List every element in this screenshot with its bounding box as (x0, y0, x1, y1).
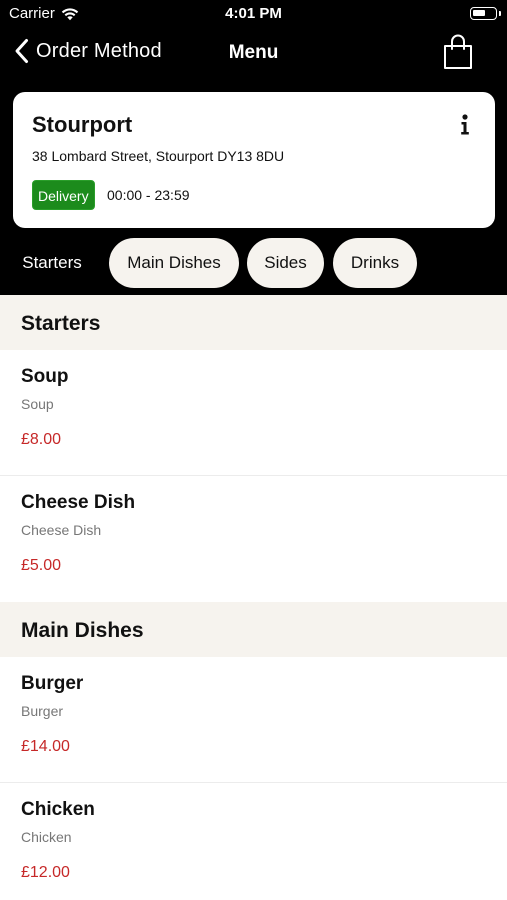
status-time: 4:01 PM (225, 5, 282, 22)
tab-sides[interactable]: Sides (247, 238, 324, 288)
back-button-label: Order Method (36, 39, 162, 62)
chevron-left-icon (15, 39, 28, 63)
item-description: Chicken (21, 829, 72, 845)
shopping-bag-icon[interactable] (443, 34, 473, 70)
item-price: £5.00 (21, 557, 62, 574)
store-info-card: Stourport 38 Lombard Street, Stourport D… (13, 92, 495, 228)
item-name: Burger (21, 673, 84, 694)
tab-drinks[interactable]: Drinks (333, 238, 417, 288)
item-description: Soup (21, 396, 54, 412)
menu-item[interactable]: Cheese Dish Cheese Dish £5.00 (0, 476, 507, 602)
item-description: Burger (21, 703, 64, 719)
menu-list: Starters Soup Soup £8.00 Cheese Dish Che… (0, 295, 507, 900)
info-icon[interactable] (459, 114, 471, 136)
menu-item[interactable]: Chicken Chicken £12.00 (0, 783, 507, 900)
battery-icon (470, 7, 501, 20)
category-tabs: Starters Main Dishes Sides Drinks (0, 238, 507, 288)
tab-starters[interactable]: Starters (8, 238, 96, 288)
store-name: Stourport (32, 112, 133, 137)
item-name: Cheese Dish (21, 492, 136, 513)
item-price: £12.00 (21, 864, 70, 881)
tab-main-dishes[interactable]: Main Dishes (109, 238, 239, 288)
menu-item[interactable]: Soup Soup £8.00 (0, 350, 507, 476)
section-header-starters: Starters (0, 295, 507, 350)
store-address: 38 Lombard Street, Stourport DY13 8DU (32, 148, 285, 164)
status-bar: Carrier 4:01 PM (0, 0, 507, 28)
section-header-main-dishes: Main Dishes (0, 602, 507, 657)
delivery-badge: Delivery (32, 180, 95, 210)
back-button[interactable]: Order Method (14, 38, 162, 64)
navigation-bar: Order Method Menu (0, 30, 507, 76)
menu-item[interactable]: Burger Burger £14.00 (0, 657, 507, 783)
opening-hours: 00:00 - 23:59 (107, 187, 190, 203)
item-price: £8.00 (21, 431, 62, 448)
item-description: Cheese Dish (21, 522, 102, 538)
item-name: Chicken (21, 799, 95, 820)
item-price: £14.00 (21, 738, 70, 755)
item-name: Soup (21, 366, 69, 387)
